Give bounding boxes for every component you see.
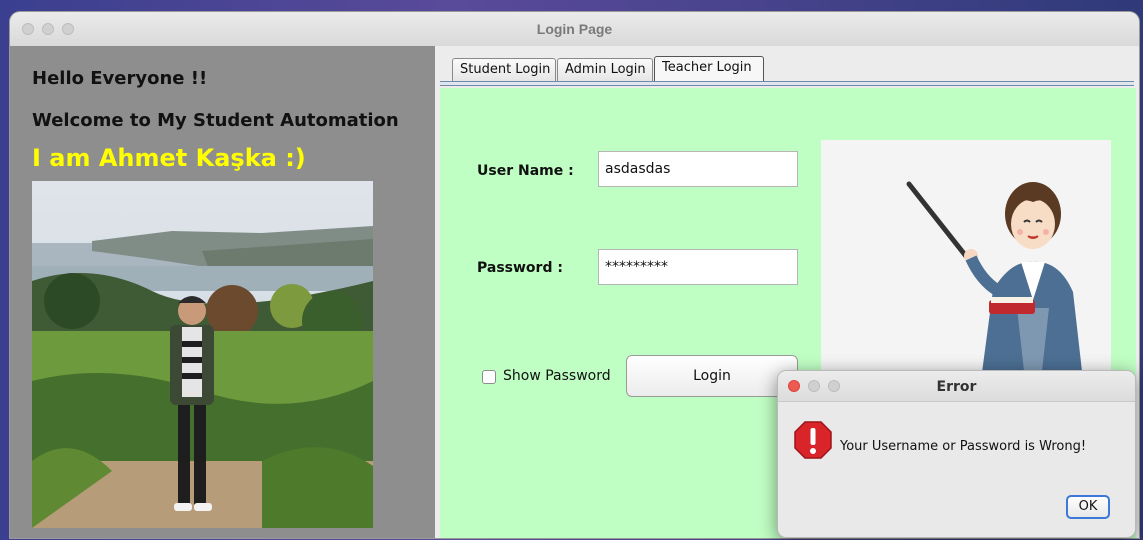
password-field[interactable]: ********* bbox=[598, 249, 798, 285]
greeting-text: Hello Everyone !! bbox=[32, 68, 208, 89]
tab-admin-login[interactable]: Admin Login bbox=[557, 58, 653, 81]
title-bar[interactable]: Login Page bbox=[10, 12, 1139, 47]
window-title: Login Page bbox=[536, 21, 613, 37]
error-dialog: Error Your Username or Password is Wrong… bbox=[777, 370, 1136, 538]
teacher-illustration bbox=[821, 140, 1111, 372]
welcome-text: Welcome to My Student Automation bbox=[32, 110, 399, 131]
username-field[interactable]: asdasdas bbox=[598, 151, 798, 187]
password-label: Password : bbox=[477, 260, 563, 276]
show-password-label[interactable]: Show Password bbox=[503, 368, 611, 384]
error-message: Your Username or Password is Wrong! bbox=[840, 439, 1087, 454]
profile-photo bbox=[32, 181, 373, 528]
dialog-title: Error bbox=[936, 379, 977, 395]
dialog-title-bar[interactable]: Error bbox=[778, 371, 1135, 402]
author-name-text: I am Ahmet Kaşka :) bbox=[32, 144, 306, 172]
tab-teacher-login[interactable]: Teacher Login bbox=[654, 56, 764, 82]
welcome-panel: Hello Everyone !! Welcome to My Student … bbox=[10, 46, 435, 538]
show-password-checkbox[interactable] bbox=[482, 370, 496, 384]
error-stop-icon bbox=[794, 421, 832, 459]
login-button[interactable]: Login bbox=[626, 355, 798, 397]
tab-student-login[interactable]: Student Login bbox=[452, 58, 556, 81]
tab-divider bbox=[440, 81, 1134, 86]
ok-button[interactable]: OK bbox=[1066, 495, 1110, 519]
username-label: User Name : bbox=[477, 163, 574, 179]
